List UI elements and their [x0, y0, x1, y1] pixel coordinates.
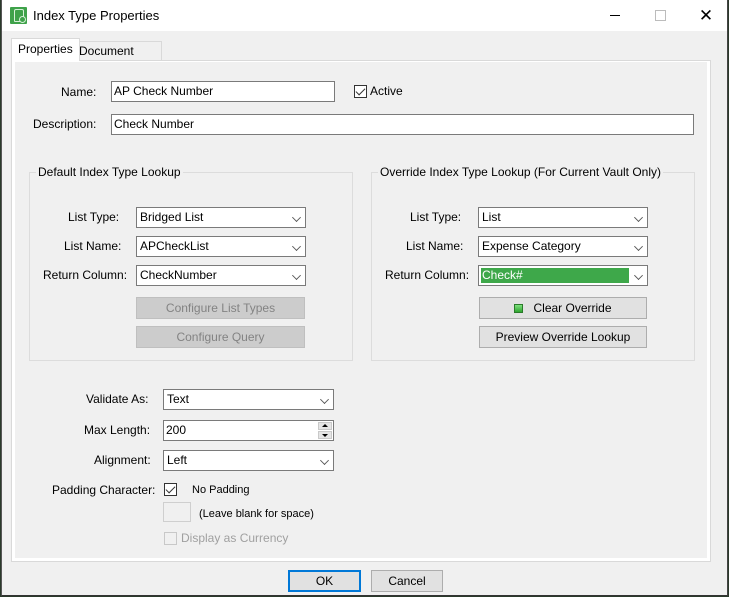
- default-list-type-label: List Type:: [68, 210, 120, 224]
- override-list-type-label: List Type:: [410, 210, 462, 224]
- default-list-type-select[interactable]: Bridged List: [136, 207, 306, 228]
- validate-as-select[interactable]: Text: [163, 389, 334, 410]
- clear-override-label: Clear Override: [533, 301, 612, 315]
- name-input[interactable]: AP Check Number: [111, 81, 335, 102]
- alignment-select[interactable]: Left: [163, 450, 334, 471]
- preview-override-lookup-button[interactable]: Preview Override Lookup: [479, 326, 647, 348]
- default-return-column-select[interactable]: CheckNumber: [136, 265, 306, 286]
- override-list-name-value: Expense Category: [482, 239, 581, 253]
- alignment-value: Left: [167, 453, 188, 467]
- chevron-down-icon: [292, 242, 301, 251]
- default-return-column-label: Return Column:: [43, 268, 128, 282]
- default-return-column-value: CheckNumber: [140, 268, 217, 282]
- minimize-button[interactable]: [591, 0, 637, 31]
- description-input[interactable]: Check Number: [111, 114, 694, 135]
- validate-as-value: Text: [167, 392, 190, 406]
- max-length-label: Max Length:: [84, 423, 151, 437]
- active-label: Active: [370, 84, 403, 98]
- default-list-name-select[interactable]: APCheckList: [136, 236, 306, 257]
- max-length-value: 200: [166, 423, 187, 437]
- default-list-type-value: Bridged List: [140, 210, 204, 224]
- status-led-icon: [514, 304, 524, 313]
- close-icon: ✕: [698, 6, 714, 25]
- default-list-name-value: APCheckList: [140, 239, 209, 253]
- display-as-currency-checkbox[interactable]: [164, 532, 177, 545]
- override-lookup-title: Override Index Type Lookup (For Current …: [378, 165, 664, 179]
- spin-down-icon[interactable]: [318, 431, 332, 439]
- override-list-type-select[interactable]: List: [478, 207, 648, 228]
- window-title: Index Type Properties: [33, 8, 160, 23]
- index-type-properties-dialog: Index Type Properties ✕ Properties Docum…: [1, 0, 728, 596]
- padding-character-input[interactable]: [163, 502, 191, 522]
- override-list-name-select[interactable]: Expense Category: [478, 236, 648, 257]
- override-return-column-select[interactable]: Check#: [478, 265, 648, 286]
- default-list-name-label: List Name:: [64, 239, 122, 253]
- tab-document-types[interactable]: Document Types: [72, 41, 162, 77]
- chevron-down-icon: [292, 213, 301, 222]
- description-label: Description:: [33, 117, 97, 131]
- override-list-type-value: List: [482, 210, 501, 224]
- chevron-down-icon: [634, 242, 643, 251]
- configure-list-types-button[interactable]: Configure List Types: [136, 297, 305, 319]
- close-button[interactable]: ✕: [683, 0, 729, 31]
- vault-app-icon: [10, 7, 27, 24]
- chevron-down-icon: [292, 271, 301, 280]
- title-bar: Index Type Properties ✕: [2, 0, 727, 31]
- chevron-down-icon: [634, 213, 643, 222]
- spin-up-icon[interactable]: [318, 422, 332, 430]
- max-length-stepper[interactable]: 200: [163, 420, 334, 441]
- override-return-column-label: Return Column:: [385, 268, 470, 282]
- configure-query-button[interactable]: Configure Query: [136, 326, 305, 348]
- chevron-down-icon: [320, 395, 329, 404]
- maximize-button[interactable]: [637, 0, 683, 31]
- ok-button[interactable]: OK: [288, 570, 361, 592]
- active-checkbox[interactable]: [354, 85, 367, 98]
- padding-character-label: Padding Character:: [52, 483, 156, 497]
- no-padding-label: No Padding: [192, 484, 250, 496]
- validate-as-label: Validate As:: [86, 392, 149, 406]
- no-padding-checkbox[interactable]: [164, 483, 177, 496]
- chevron-down-icon: [320, 456, 329, 465]
- default-lookup-title: Default Index Type Lookup: [36, 165, 183, 179]
- alignment-label: Alignment:: [94, 453, 151, 467]
- clear-override-button[interactable]: Clear Override: [479, 297, 647, 319]
- name-label: Name:: [61, 85, 97, 99]
- chevron-down-icon: [634, 271, 643, 280]
- padding-hint: (Leave blank for space): [199, 508, 314, 520]
- display-as-currency-label: Display as Currency: [181, 531, 289, 545]
- cancel-button[interactable]: Cancel: [371, 570, 443, 592]
- override-return-column-value: Check#: [481, 268, 629, 283]
- override-list-name-label: List Name:: [406, 239, 464, 253]
- tab-properties[interactable]: Properties: [11, 38, 80, 61]
